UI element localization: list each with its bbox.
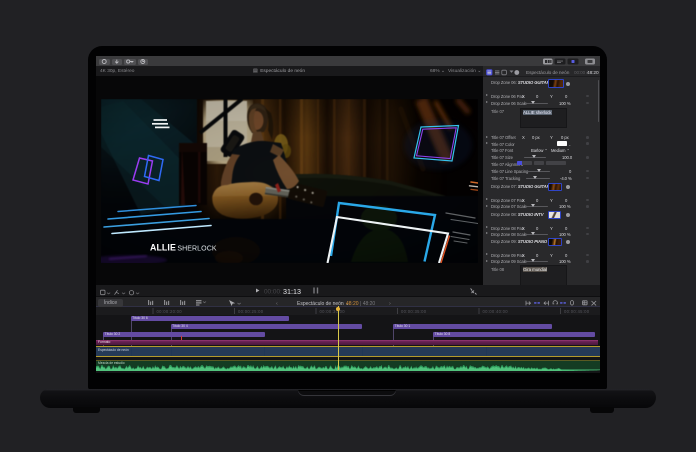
svg-text:00:00:30:00: 00:00:30:00 (320, 309, 346, 314)
svg-text:Espectáculo de neón: Espectáculo de neón (526, 70, 570, 76)
svg-text:00:00:35:00: 00:00:35:00 (401, 309, 427, 314)
svg-text:00:00:45:00: 00:00:45:00 (564, 309, 590, 314)
svg-text:00:00:25:00: 00:00:25:00 (238, 309, 264, 314)
svg-text:ALLIESHERLOCK: ALLIESHERLOCK (150, 243, 217, 253)
svg-text:00:00:: 00:00: (264, 289, 282, 296)
svg-text:00:00:20:00: 00:00:20:00 (157, 309, 183, 314)
svg-text:00:00:40:00: 00:00:40:00 (483, 309, 509, 314)
svg-text:31:13: 31:13 (283, 287, 301, 296)
svg-text:48:20: 48:20 (587, 70, 599, 76)
